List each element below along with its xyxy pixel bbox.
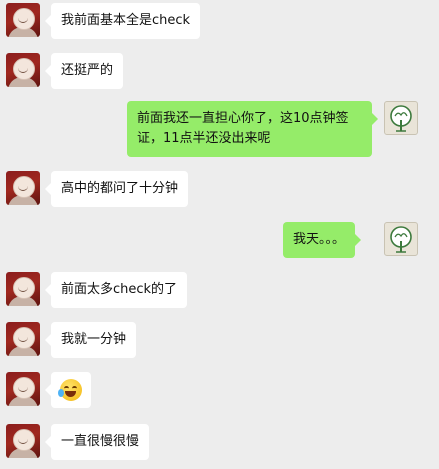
message-row: 我就一分钟	[0, 322, 439, 358]
contact-avatar[interactable]	[6, 322, 40, 356]
contact-avatar[interactable]	[6, 272, 40, 306]
message-bubble[interactable]: 还挺严的	[44, 53, 124, 89]
message-bubble[interactable]: 我前面基本全是check	[44, 3, 201, 39]
message-row	[0, 372, 439, 408]
message-text: 前面太多check的了	[61, 282, 178, 297]
message-text: 我就一分钟	[61, 332, 127, 347]
message-bubble[interactable]: 前面我还一直担心你了，这10点钟签证，11点半还没出来呢	[127, 101, 378, 157]
message-row: 我天。。。	[0, 222, 439, 258]
message-row: 一直很慢很慢	[0, 424, 439, 460]
contact-avatar[interactable]	[6, 3, 40, 37]
message-row: 高中的都问了十分钟	[0, 171, 439, 207]
message-bubble[interactable]: 前面太多check的了	[44, 272, 188, 308]
message-row: 前面我还一直担心你了，这10点钟签证，11点半还没出来呢	[0, 101, 439, 157]
message-text: 前面我还一直担心你了，这10点钟签证，11点半还没出来呢	[137, 111, 349, 146]
contact-avatar[interactable]	[6, 171, 40, 205]
message-bubble[interactable]: 我就一分钟	[44, 322, 137, 358]
message-text: 还挺严的	[61, 63, 114, 78]
message-row: 还挺严的	[0, 53, 439, 89]
message-bubble[interactable]: 高中的都问了十分钟	[44, 171, 189, 207]
message-bubble[interactable]	[45, 372, 91, 408]
message-text: 我天。。。	[293, 232, 346, 247]
contact-avatar[interactable]	[6, 372, 40, 406]
message-text: 一直很慢很慢	[61, 434, 140, 449]
tree-icon	[390, 105, 412, 132]
self-avatar[interactable]	[384, 222, 418, 256]
message-text: 高中的都问了十分钟	[61, 181, 179, 196]
message-text: 我前面基本全是check	[61, 13, 191, 28]
message-row: 我前面基本全是check	[0, 3, 439, 39]
message-row: 前面太多check的了	[0, 272, 439, 308]
self-avatar[interactable]	[384, 101, 418, 135]
message-bubble[interactable]: 一直很慢很慢	[44, 424, 150, 460]
laughing-crying-emoji-icon	[58, 379, 82, 401]
message-bubble[interactable]: 我天。。。	[283, 222, 362, 258]
contact-avatar[interactable]	[6, 53, 40, 87]
contact-avatar[interactable]	[6, 424, 40, 458]
tree-icon	[390, 226, 412, 253]
